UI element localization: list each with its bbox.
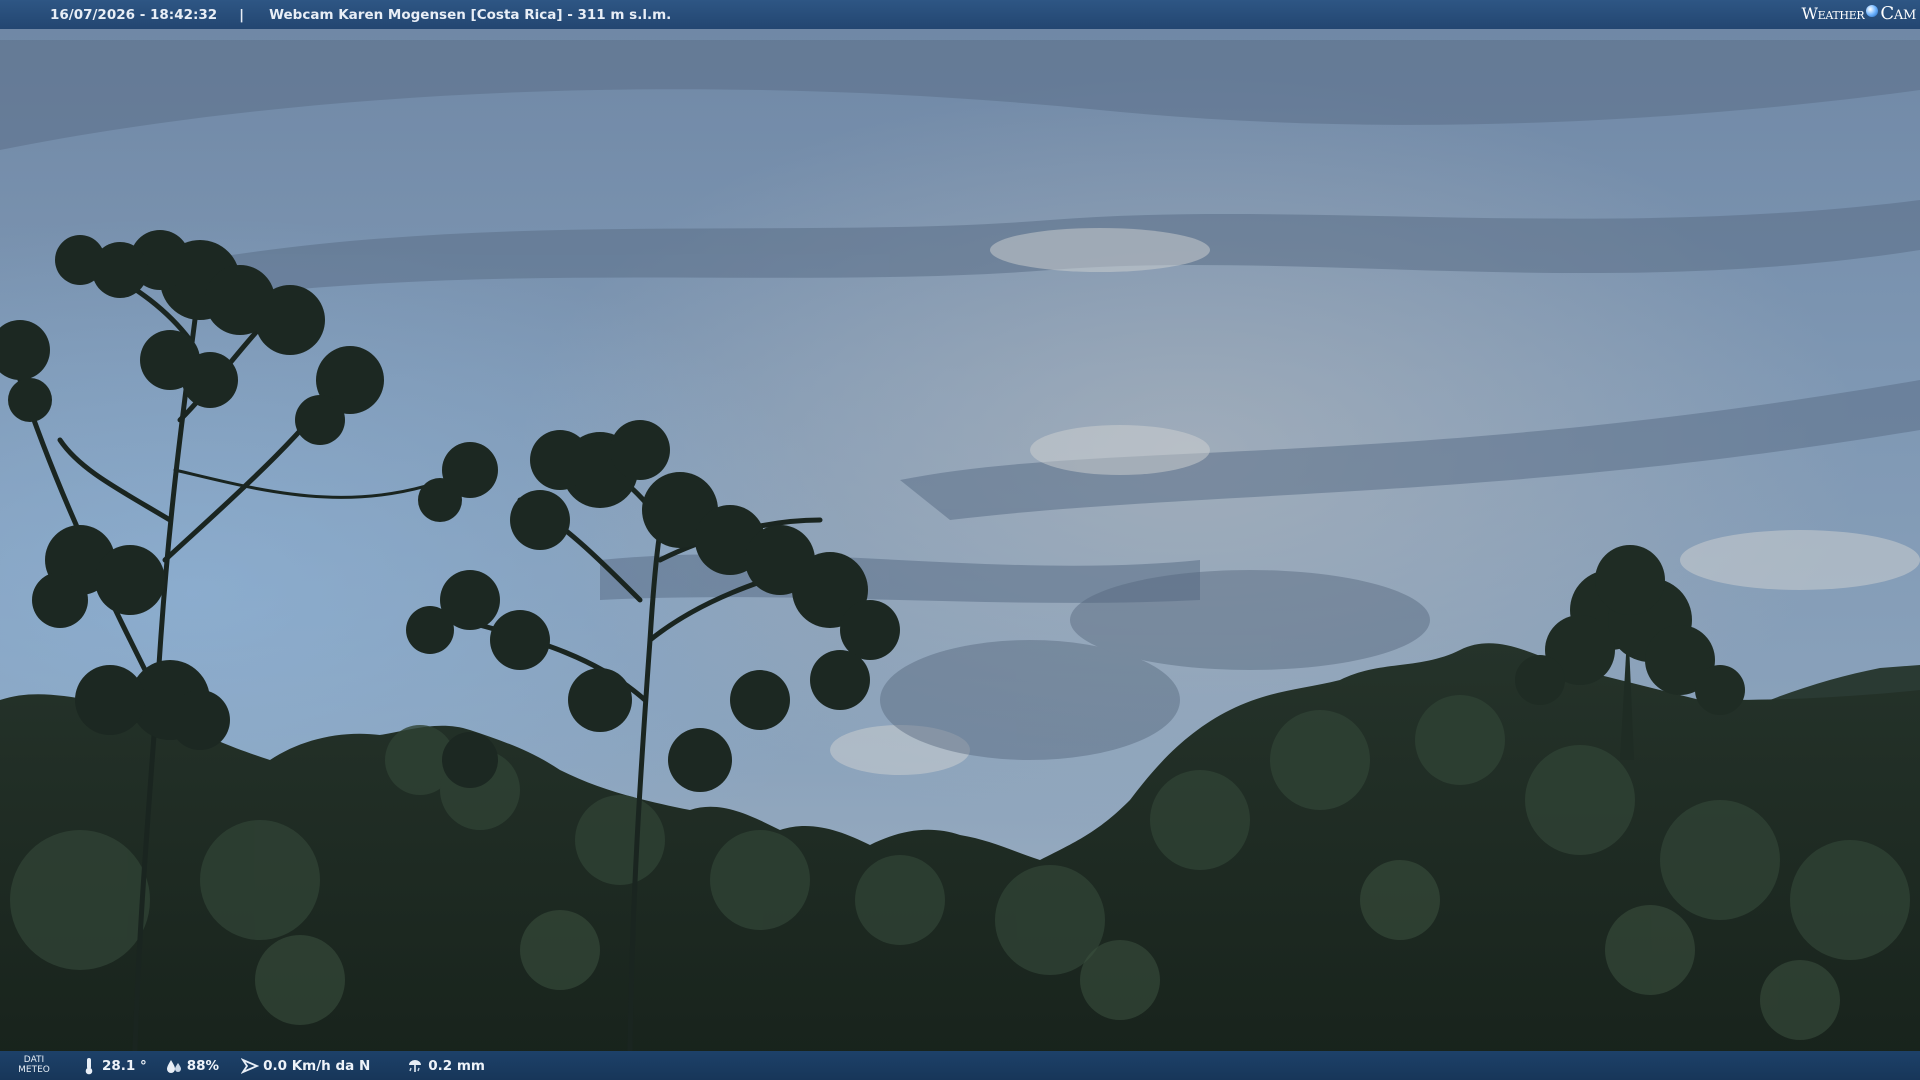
humidity-reading: 88% bbox=[165, 1057, 219, 1075]
weather-data-bar: DATI METEO 28.1 ° 88% 0.0 Km/h da N 0.2 … bbox=[0, 1051, 1920, 1080]
rain-gauge-icon bbox=[409, 1059, 422, 1072]
rain-value: 0.2 mm bbox=[428, 1057, 485, 1074]
temperature-value: 28.1 ° bbox=[102, 1057, 147, 1074]
droplets-icon bbox=[166, 1059, 181, 1073]
rain-reading: 0.2 mm bbox=[406, 1057, 485, 1075]
timestamp: 16/07/2026 - 18:42:32 bbox=[50, 6, 218, 23]
globe-icon bbox=[1866, 4, 1879, 17]
temperature-reading: 28.1 ° bbox=[80, 1057, 147, 1075]
separator: | bbox=[239, 6, 245, 23]
wind-value: 0.0 Km/h da N bbox=[263, 1057, 371, 1074]
dati-meteo-label: DATI METEO bbox=[18, 1055, 50, 1075]
thermometer-icon bbox=[85, 1057, 93, 1074]
weathercam-logo[interactable]: Weather Cam bbox=[1801, 3, 1916, 24]
webcam-title: Webcam Karen Mogensen [Costa Rica] - 311… bbox=[269, 6, 672, 23]
wind-reading: 0.0 Km/h da N bbox=[241, 1057, 370, 1075]
top-info-bar: 16/07/2026 - 18:42:32 | Webcam Karen Mog… bbox=[0, 0, 1920, 29]
logo-text-cam: Cam bbox=[1880, 3, 1916, 24]
logo-text-weather: Weather bbox=[1801, 4, 1865, 23]
humidity-value: 88% bbox=[186, 1057, 220, 1074]
webcam-image bbox=[0, 0, 1920, 1080]
wind-icon bbox=[241, 1057, 260, 1074]
